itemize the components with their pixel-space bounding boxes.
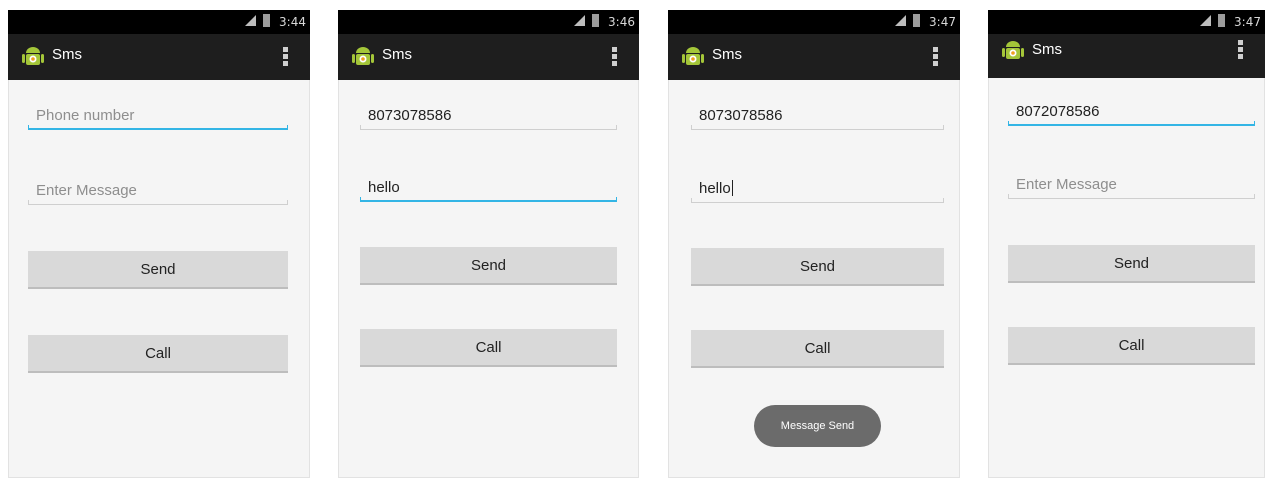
battery-icon — [913, 14, 920, 27]
field-underline — [28, 200, 288, 205]
signal-icon — [245, 15, 256, 26]
text-cursor — [731, 180, 733, 196]
overflow-menu-icon[interactable] — [1238, 40, 1243, 60]
message-field[interactable]: hello — [360, 174, 617, 202]
message-field[interactable]: Enter Message — [1008, 171, 1255, 199]
status-bar: 3:44 — [8, 10, 310, 34]
app-title: Sms — [382, 46, 412, 63]
status-bar: 3:47 — [668, 10, 960, 34]
status-bar: 3:46 — [338, 10, 639, 34]
phone-number-field[interactable]: 8073078586 — [360, 102, 617, 130]
battery-icon — [1218, 14, 1225, 27]
action-bar: Sms — [988, 34, 1265, 78]
message-value: hello — [699, 180, 731, 197]
field-underline — [691, 125, 944, 130]
android-robot-icon — [352, 47, 374, 65]
toast-message: Message Send — [754, 405, 881, 447]
send-button[interactable]: Send — [1008, 245, 1255, 283]
phone-number-value: 8073078586 — [699, 107, 783, 124]
signal-icon — [1200, 15, 1211, 26]
overflow-menu-icon[interactable] — [612, 47, 617, 67]
field-underline — [691, 198, 944, 203]
message-value-wrap: hello — [699, 180, 733, 197]
field-underline — [360, 197, 617, 202]
android-robot-icon — [682, 47, 704, 65]
android-robot-icon — [22, 47, 44, 65]
status-time: 3:46 — [608, 15, 635, 29]
status-time: 3:44 — [279, 15, 306, 29]
message-placeholder: Enter Message — [36, 182, 137, 199]
call-button[interactable]: Call — [691, 330, 944, 368]
phone-screen-3: 3:47 Sms 8073078586 hello Send Call Mess… — [668, 10, 960, 478]
app-title: Sms — [52, 46, 82, 63]
phone-number-value: 8072078586 — [1016, 103, 1100, 120]
call-button[interactable]: Call — [360, 329, 617, 367]
send-button[interactable]: Send — [360, 247, 617, 285]
field-underline — [28, 125, 288, 130]
phone-number-field[interactable]: 8072078586 — [1008, 98, 1255, 126]
signal-icon — [895, 15, 906, 26]
phone-number-placeholder: Phone number — [36, 107, 135, 124]
status-time: 3:47 — [1234, 15, 1261, 29]
call-button[interactable]: Call — [28, 335, 288, 373]
app-title: Sms — [1032, 41, 1062, 58]
send-button[interactable]: Send — [28, 251, 288, 289]
field-underline — [360, 125, 617, 130]
phone-screen-1: 3:44 Sms Phone number Enter Message Send… — [8, 10, 310, 478]
action-bar: Sms — [668, 34, 960, 80]
android-robot-icon — [1002, 41, 1024, 59]
message-field[interactable]: Enter Message — [28, 177, 288, 205]
battery-icon — [592, 14, 599, 27]
status-time: 3:47 — [929, 15, 956, 29]
signal-icon — [574, 15, 585, 26]
overflow-menu-icon[interactable] — [933, 47, 938, 67]
overflow-menu-icon[interactable] — [283, 47, 288, 67]
call-button[interactable]: Call — [1008, 327, 1255, 365]
status-bar: 3:47 — [988, 10, 1265, 34]
phone-screen-4: 3:47 Sms 8072078586 Enter Message Send C… — [988, 10, 1265, 478]
phone-screen-2: 3:46 Sms 8073078586 hello Send Call — [338, 10, 639, 478]
phone-number-value: 8073078586 — [368, 107, 452, 124]
field-underline — [1008, 194, 1255, 199]
action-bar: Sms — [338, 34, 639, 80]
message-placeholder: Enter Message — [1016, 176, 1117, 193]
phone-number-field[interactable]: Phone number — [28, 102, 288, 130]
action-bar: Sms — [8, 34, 310, 80]
message-value: hello — [368, 179, 400, 196]
app-title: Sms — [712, 46, 742, 63]
battery-icon — [263, 14, 270, 27]
field-underline — [1008, 121, 1255, 126]
message-field[interactable]: hello — [691, 175, 944, 203]
send-button[interactable]: Send — [691, 248, 944, 286]
phone-number-field[interactable]: 8073078586 — [691, 102, 944, 130]
